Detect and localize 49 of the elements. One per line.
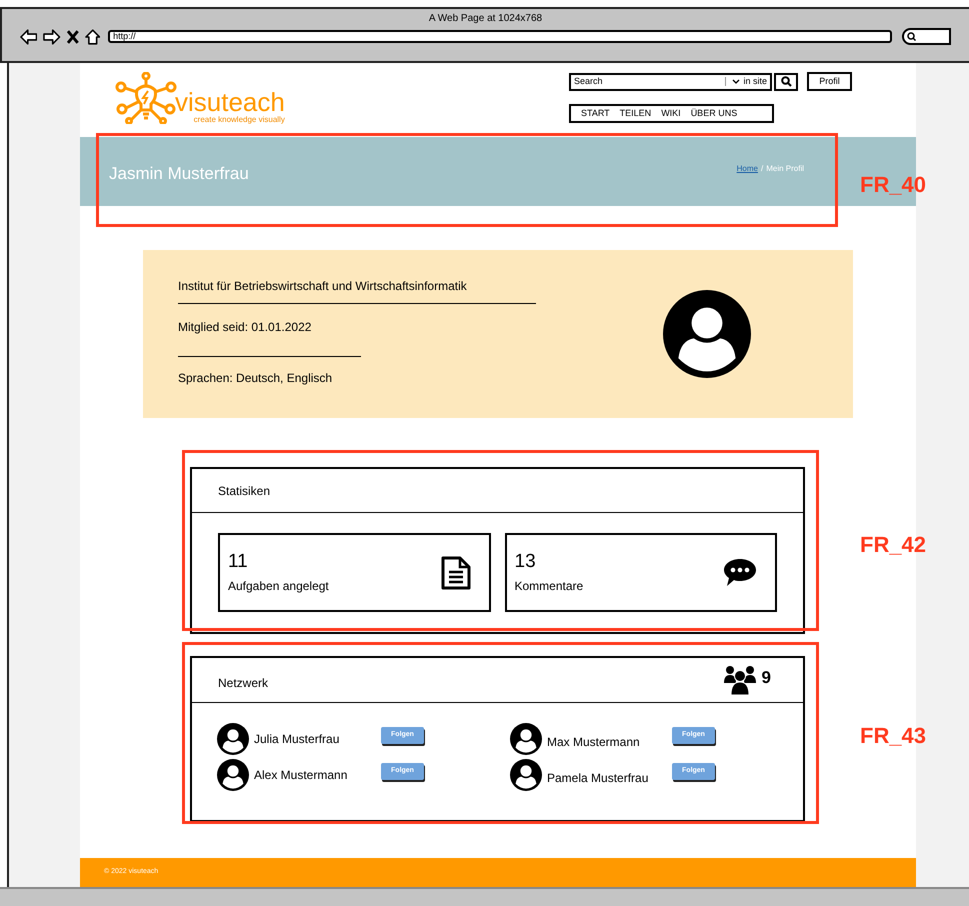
logo-wordmark: visuteach — [175, 89, 285, 115]
nav-link[interactable]: START — [581, 106, 610, 120]
logo-tagline: create knowledge visually — [194, 116, 285, 124]
profile-info-text: Institut für Betriebswirtschaft und Wirtschaftsinformatik — [178, 278, 468, 295]
lightbulb-network-logo-icon — [115, 72, 177, 124]
person-name: Pamela Musterfrau — [547, 770, 650, 787]
group-icon — [724, 665, 756, 695]
member-count: 9 — [762, 667, 771, 690]
nav-link[interactable]: WIKI — [661, 106, 681, 120]
avatar-icon — [663, 290, 751, 378]
nav-link[interactable]: TEILEN — [620, 106, 652, 120]
breadcrumb-current: Mein Profil — [766, 162, 804, 174]
chevron-down-icon — [732, 78, 740, 84]
panel-title: Statisiken — [218, 482, 270, 500]
stat-label: Kommentare — [514, 578, 584, 596]
person-name: Max Mustermann — [547, 734, 641, 751]
search-field[interactable]: Search in site — [569, 72, 772, 90]
search-scope[interactable]: in site — [743, 74, 767, 88]
stat-value: 13 — [514, 550, 537, 574]
annotation-label: FR_40 — [860, 171, 926, 199]
url-field[interactable]: http:// — [108, 30, 892, 43]
document-icon — [440, 556, 470, 590]
home-icon[interactable] — [84, 28, 100, 44]
avatar-icon — [217, 723, 249, 755]
profile-info-text: Mitglied seid: 01.01.2022 — [178, 319, 312, 336]
back-icon[interactable] — [20, 28, 38, 44]
person-name: Alex Mustermann — [254, 767, 348, 784]
profile-button[interactable]: Profil — [807, 72, 852, 91]
window-title: A Web Page at 1024x768 — [428, 12, 542, 26]
search-button[interactable] — [774, 72, 798, 90]
stat-value: 11 — [228, 550, 249, 574]
avatar-icon — [510, 723, 542, 755]
page-title: Jasmin Musterfrau — [109, 162, 249, 185]
close-icon[interactable] — [66, 30, 79, 44]
avatar-icon — [217, 759, 249, 791]
forward-icon[interactable] — [43, 28, 61, 44]
search-icon — [907, 32, 916, 41]
panel-title: Netzwerk — [218, 675, 268, 692]
avatar-icon — [510, 759, 542, 791]
browser-search-field[interactable] — [902, 28, 951, 45]
profile-info-text: Sprachen: Deutsch, Englisch — [178, 370, 334, 387]
search-icon — [780, 76, 792, 87]
nav-link[interactable]: ÜBER UNS — [690, 106, 738, 120]
person-name: Julia Musterfrau — [254, 731, 340, 748]
annotation-label: FR_42 — [860, 531, 926, 559]
annotation-label: FR_43 — [860, 722, 926, 750]
speech-bubble-icon — [723, 558, 757, 588]
stat-label: Aufgaben angelegt — [228, 578, 329, 596]
breadcrumb-separator: / — [760, 162, 764, 174]
